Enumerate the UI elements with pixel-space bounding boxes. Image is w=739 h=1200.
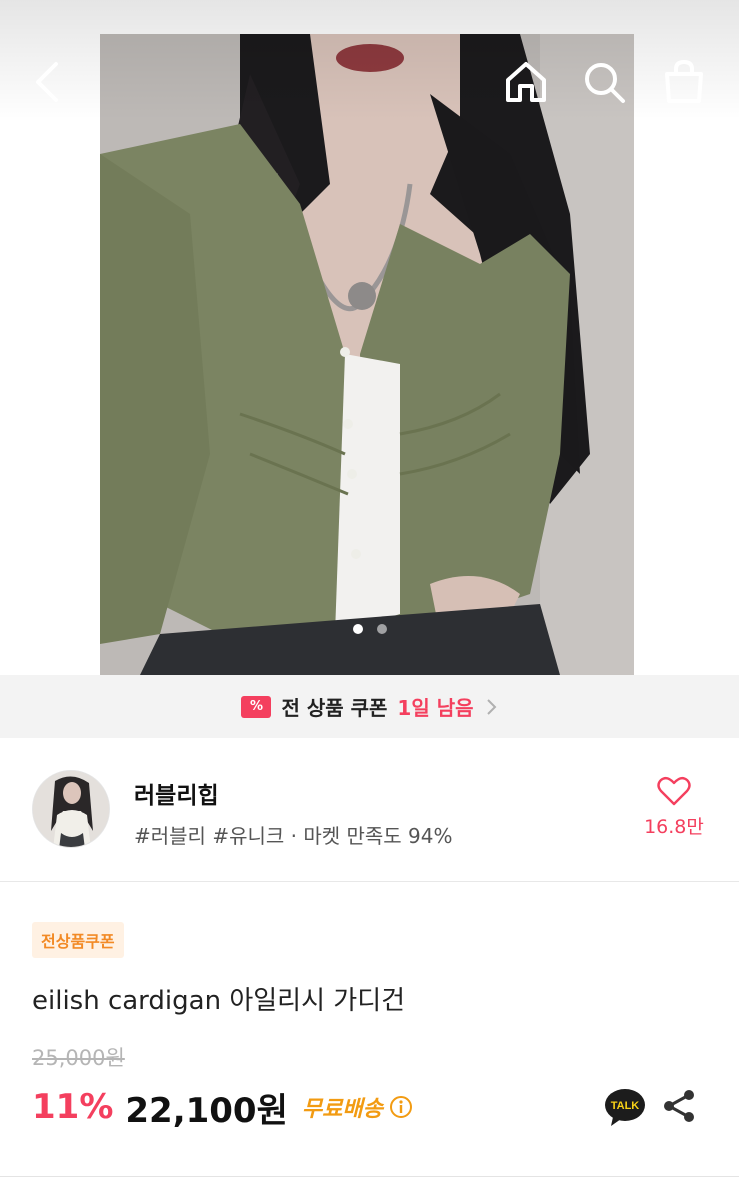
seller-name[interactable]: 러블리힙 [134,776,219,810]
coupon-days-left: 1일 남음 [397,696,474,720]
kakao-talk-button[interactable]: TALK [603,1087,647,1127]
price-row: 11% 22,100원 무료배송 [32,1084,413,1131]
header-gradient [0,0,739,120]
original-price: 25,000원 [32,1046,125,1070]
coupon-icon: % [241,695,272,718]
info-icon[interactable] [389,1095,413,1119]
product-image-carousel[interactable] [0,0,739,675]
heart-icon [657,776,691,806]
cart-button[interactable] [660,58,708,106]
coupon-banner[interactable]: % 전 상품 쿠폰 1일 남음 [0,675,739,738]
like-count: 16.8만 [644,816,704,838]
search-icon [585,63,625,103]
section-divider [0,1176,739,1177]
back-button[interactable] [28,58,68,106]
search-button[interactable] [580,58,628,106]
carousel-dot-2[interactable] [376,624,387,634]
product-photo[interactable] [100,34,634,675]
carousel-indicator [0,624,739,634]
product-title: eilish cardigan 아일리시 가디건 [32,986,406,1016]
talk-icon: TALK [605,1089,645,1126]
like-button[interactable]: 16.8만 [636,776,712,839]
home-button[interactable] [502,58,550,106]
chevron-right-icon [486,698,496,715]
seller-section[interactable]: 러블리힙 #러블리 #유니크 · 마켓 만족도 94% 16.8만 [0,738,739,882]
sale-price: 22,100원 [125,1090,288,1131]
coupon-badge: 전상품쿠폰 [32,922,124,958]
shopping-bag-icon [665,59,703,103]
share-button[interactable] [662,1088,696,1124]
talk-label: TALK [611,1100,640,1112]
free-shipping-label: 무료배송 [301,1097,383,1122]
back-arrow-icon [36,62,58,102]
seller-description: #러블리 #유니크 · 마켓 만족도 94% [134,824,453,848]
discount-rate: 11% [32,1087,114,1127]
coupon-banner-text: 전 상품 쿠폰 [281,696,388,720]
seller-avatar[interactable] [32,770,110,848]
carousel-dot-1[interactable] [352,624,363,634]
share-icon [664,1090,694,1122]
home-icon [506,62,546,102]
